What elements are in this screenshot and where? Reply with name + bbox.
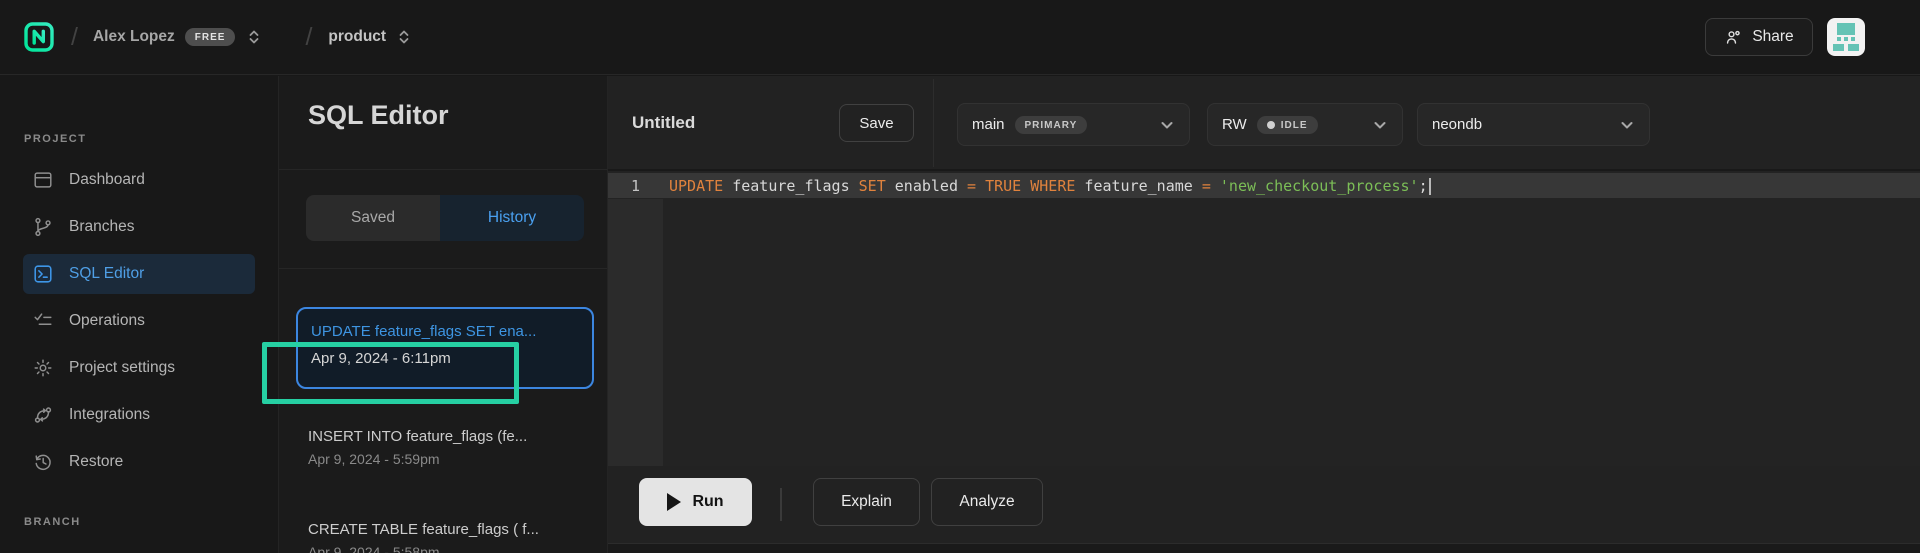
sidebar-section-project: PROJECT: [24, 133, 86, 145]
sidebar-item-operations[interactable]: Operations: [23, 301, 255, 341]
sidebar-item-label: Restore: [69, 453, 123, 471]
sql-editor-icon: [32, 263, 54, 285]
operations-icon: [32, 310, 54, 332]
sql-statement: UPDATE feature_flags SET enabled = TRUE …: [669, 177, 1431, 195]
explain-button[interactable]: Explain: [813, 478, 920, 526]
breadcrumb-slash: /: [71, 23, 78, 52]
chevron-down-icon: [1372, 117, 1388, 133]
history-item-date: Apr 9, 2024 - 5:58pm: [308, 544, 588, 553]
line-number-gutter: [608, 199, 663, 466]
branch-value: main: [972, 116, 1005, 133]
top-bar: / Alex Lopez FREE / product Share: [0, 0, 1920, 75]
chevron-up-down-icon: [247, 27, 261, 47]
sidebar-nav: Dashboard Branches SQL Editor: [23, 160, 255, 482]
history-item-title: CREATE TABLE feature_flags ( f...: [308, 521, 588, 538]
history-item-date: Apr 9, 2024 - 5:59pm: [308, 451, 588, 467]
neon-logo-icon: [24, 22, 54, 52]
sidebar-item-integrations[interactable]: Integrations: [23, 395, 255, 435]
history-item-selected[interactable]: UPDATE feature_flags SET ena... Apr 9, 2…: [296, 307, 594, 389]
sidebar-item-dashboard[interactable]: Dashboard: [23, 160, 255, 200]
sidebar-item-label: Integrations: [69, 406, 150, 424]
history-item-date: Apr 9, 2024 - 6:11pm: [311, 350, 580, 367]
sql-editor-panel: SQL Editor Saved History UPDATE feature_…: [278, 76, 608, 553]
database-dropdown[interactable]: neondb: [1417, 103, 1650, 146]
tab-saved[interactable]: Saved: [306, 195, 440, 241]
history-item[interactable]: CREATE TABLE feature_flags ( f... Apr 9,…: [308, 521, 588, 553]
branch-dropdown[interactable]: main PRIMARY: [957, 103, 1190, 146]
editor-actions-bar: Run Explain Analyze: [608, 466, 1920, 543]
chevron-up-down-icon: [397, 27, 411, 47]
play-icon: [667, 493, 681, 511]
avatar[interactable]: [1827, 18, 1865, 56]
topbar-right: Share: [1705, 18, 1920, 56]
sidebar-item-project-settings[interactable]: Project settings: [23, 348, 255, 388]
run-label: Run: [692, 493, 723, 511]
sidebar-item-restore[interactable]: Restore: [23, 442, 255, 482]
integrations-icon: [32, 404, 54, 426]
editor-footer-strip: [608, 543, 1920, 553]
code-line-1[interactable]: 1 UPDATE feature_flags SET enabled = TRU…: [608, 173, 1920, 198]
sidebar-item-label: Branches: [69, 218, 134, 236]
share-label: Share: [1752, 28, 1793, 46]
org-selector[interactable]: Alex Lopez FREE: [78, 27, 262, 47]
sidebar-item-branches[interactable]: Branches: [23, 207, 255, 247]
project-name: product: [328, 28, 386, 46]
project-selector[interactable]: product: [312, 27, 411, 47]
chevron-down-icon: [1619, 117, 1635, 133]
dashboard-icon: [32, 169, 54, 191]
settings-gear-icon: [32, 357, 54, 379]
save-button[interactable]: Save: [839, 104, 914, 142]
run-button[interactable]: Run: [639, 478, 752, 526]
primary-badge: PRIMARY: [1015, 116, 1088, 134]
divider: [279, 268, 607, 269]
share-button[interactable]: Share: [1705, 18, 1813, 56]
sidebar-item-label: Dashboard: [69, 171, 145, 189]
sidebar-item-label: Operations: [69, 312, 145, 330]
text-cursor: [1429, 178, 1431, 195]
sidebar-item-label: Project settings: [69, 359, 175, 377]
query-editor: Untitled Save main PRIMARY RW IDLE neond…: [608, 76, 1920, 553]
compute-value: RW: [1222, 116, 1247, 133]
users-icon: [1724, 28, 1743, 47]
idle-status-dot: [1267, 121, 1275, 129]
analyze-button[interactable]: Analyze: [931, 478, 1043, 526]
sidebar-section-branch: BRANCH: [24, 516, 81, 528]
tab-history[interactable]: History: [440, 195, 584, 241]
saved-history-tabs: Saved History: [306, 195, 584, 241]
query-title: Untitled: [632, 76, 695, 169]
database-value: neondb: [1432, 116, 1482, 133]
neon-logo[interactable]: [24, 22, 54, 52]
history-item-title: INSERT INTO feature_flags (fe...: [308, 428, 588, 445]
history-item[interactable]: INSERT INTO feature_flags (fe... Apr 9, …: [308, 428, 588, 467]
avatar-identicon: [1827, 18, 1865, 56]
restore-history-icon: [32, 451, 54, 473]
sidebar-item-sql-editor[interactable]: SQL Editor: [23, 254, 255, 294]
breadcrumb-slash: /: [305, 23, 312, 52]
page-title: SQL Editor: [308, 100, 449, 131]
divider: [279, 169, 607, 170]
plan-badge: FREE: [185, 28, 236, 46]
status-label: IDLE: [1281, 120, 1308, 131]
history-item-title: UPDATE feature_flags SET ena...: [311, 323, 580, 340]
divider: [933, 79, 934, 167]
compute-dropdown[interactable]: RW IDLE: [1207, 103, 1403, 146]
sidebar-item-label: SQL Editor: [69, 265, 144, 283]
divider: [780, 488, 782, 521]
chevron-down-icon: [1159, 117, 1175, 133]
code-editor-area[interactable]: 1 UPDATE feature_flags SET enabled = TRU…: [608, 172, 1920, 466]
editor-toolbar: Untitled Save main PRIMARY RW IDLE neond…: [608, 76, 1920, 171]
sidebar: PROJECT Dashboard Branches: [0, 76, 278, 553]
branches-icon: [32, 216, 54, 238]
status-badge: IDLE: [1257, 116, 1318, 134]
org-name: Alex Lopez: [93, 28, 175, 46]
line-number: 1: [608, 177, 663, 195]
